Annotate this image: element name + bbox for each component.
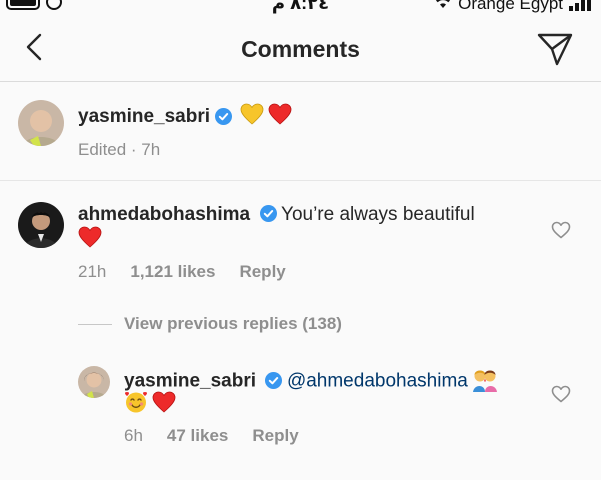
caption-meta: Edited · 7h	[78, 140, 161, 159]
reply-likes[interactable]: 47 likes	[167, 426, 228, 446]
reply-time: 6h	[124, 426, 143, 445]
send-direct-icon[interactable]	[537, 32, 573, 66]
post-caption: yasmine_sabri Edited · 7h	[0, 83, 601, 181]
caption-username[interactable]: yasmine_sabri	[78, 106, 210, 128]
red-heart-icon	[152, 391, 176, 418]
divider	[78, 323, 112, 325]
signal-icon	[569, 0, 591, 11]
avatar[interactable]	[18, 202, 64, 248]
comment-likes[interactable]: 1,121 likes	[130, 262, 215, 282]
status-bar: ٨:٢٤ م Orange Egypt	[0, 0, 601, 14]
nav-header: Comments	[0, 14, 601, 82]
view-previous-replies[interactable]: View previous replies (138)	[78, 314, 342, 334]
status-right: Orange Egypt	[434, 0, 591, 14]
reply-button[interactable]: Reply	[252, 426, 298, 446]
comment-emoji-line	[78, 226, 102, 253]
verified-badge-icon	[265, 371, 283, 389]
like-heart-icon[interactable]	[551, 385, 571, 403]
view-previous-replies-label: View previous replies (138)	[124, 314, 342, 333]
caption-line: yasmine_sabri	[78, 103, 292, 130]
reply-emoji-line	[124, 390, 176, 419]
reply-username[interactable]: yasmine_sabri	[124, 371, 256, 392]
verified-badge-icon	[259, 205, 277, 222]
reply-text-line: yasmine_sabri @ahmedabohashima	[124, 368, 498, 397]
comment-text: You’re always beautiful	[281, 204, 475, 225]
smiling-face-hearts-icon	[124, 390, 148, 419]
comment-username[interactable]: ahmedabohashima	[78, 204, 250, 225]
like-heart-icon[interactable]	[551, 221, 571, 239]
kiss-couple-icon	[472, 368, 498, 397]
verified-badge-icon	[215, 108, 233, 125]
comment-meta: 21h 1,121 likes Reply	[78, 262, 286, 282]
wifi-icon	[434, 0, 452, 14]
carrier-name: Orange Egypt	[458, 0, 563, 13]
red-heart-icon	[78, 226, 102, 253]
reply-button[interactable]: Reply	[239, 262, 285, 282]
yellow-heart-icon	[240, 103, 264, 130]
comment-time: 21h	[78, 262, 107, 281]
reply-meta: 6h 47 likes Reply	[124, 426, 299, 446]
comment-text-line: ahmedabohashima You’re always beautiful	[78, 204, 475, 226]
mention-link[interactable]: @ahmedabohashima	[287, 371, 468, 392]
page-title: Comments	[241, 36, 360, 62]
avatar[interactable]	[18, 100, 64, 146]
red-heart-icon	[268, 103, 292, 130]
avatar[interactable]	[78, 366, 110, 398]
